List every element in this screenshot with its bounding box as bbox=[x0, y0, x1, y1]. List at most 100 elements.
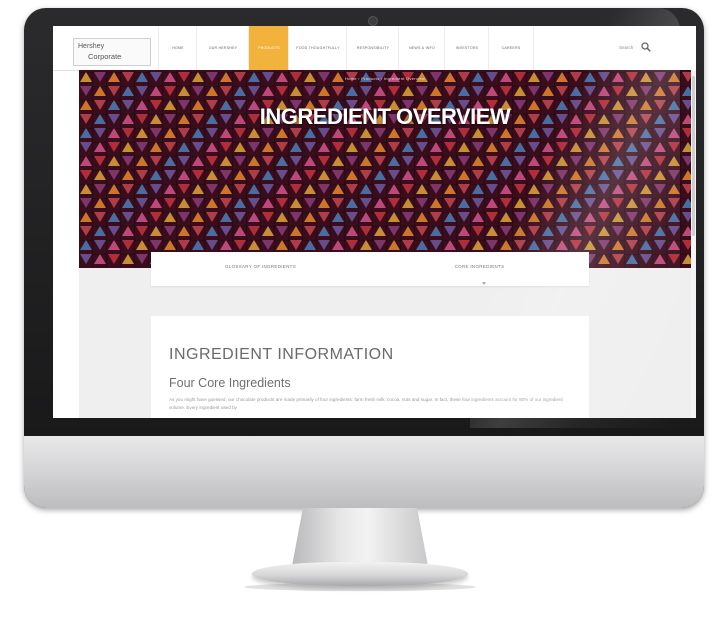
pattern-triangle bbox=[178, 170, 190, 180]
pattern-triangle bbox=[416, 142, 428, 152]
nav-item-responsibility[interactable]: RESPONSIBILITY bbox=[346, 26, 399, 70]
pattern-triangle bbox=[598, 184, 610, 194]
pattern-triangle bbox=[178, 226, 190, 236]
pattern-triangle bbox=[668, 156, 680, 166]
pattern-triangle bbox=[80, 184, 92, 194]
pattern-triangle bbox=[374, 170, 386, 180]
breadcrumb[interactable]: Home › Products › Ingredient Overview bbox=[79, 76, 691, 81]
pattern-triangle bbox=[528, 198, 540, 208]
pattern-triangle bbox=[584, 170, 596, 180]
pattern-triangle bbox=[458, 142, 470, 152]
pattern-triangle bbox=[486, 156, 498, 166]
pattern-triangle bbox=[500, 142, 512, 152]
pattern-triangle bbox=[262, 142, 274, 152]
pattern-triangle bbox=[332, 184, 344, 194]
pattern-triangle bbox=[206, 156, 218, 166]
pattern-triangle bbox=[94, 254, 106, 264]
pattern-triangle bbox=[234, 226, 246, 236]
pattern-triangle bbox=[570, 184, 582, 194]
pattern-triangle bbox=[598, 254, 610, 264]
pattern-triangle bbox=[402, 86, 414, 96]
nav-item-careers[interactable]: CAREERS bbox=[488, 26, 534, 70]
tab-bar: GLOSSARY OF INGREDIENTS CORE INGREDIENTS bbox=[151, 252, 589, 286]
pattern-triangle bbox=[108, 212, 120, 222]
pattern-triangle bbox=[290, 156, 302, 166]
pattern-triangle bbox=[416, 240, 428, 250]
pattern-triangle bbox=[332, 86, 344, 96]
pattern-triangle bbox=[192, 226, 204, 236]
nav-item-food-thoughtfully[interactable]: FOOD THOUGHTFULLY bbox=[288, 26, 347, 70]
pattern-triangle bbox=[668, 254, 680, 264]
pattern-triangle bbox=[136, 198, 148, 208]
pattern-triangle bbox=[500, 226, 512, 236]
pattern-triangle bbox=[444, 240, 456, 250]
tab-core-ingredients[interactable]: CORE INGREDIENTS bbox=[370, 252, 589, 286]
pattern-triangle bbox=[388, 198, 400, 208]
pattern-triangle bbox=[682, 198, 691, 208]
tab-glossary-of-ingredients[interactable]: GLOSSARY OF INGREDIENTS bbox=[151, 252, 370, 286]
pattern-triangle bbox=[234, 142, 246, 152]
pattern-triangle bbox=[108, 86, 120, 96]
pattern-triangle bbox=[290, 170, 302, 180]
pattern-triangle bbox=[542, 184, 554, 194]
pattern-triangle bbox=[612, 240, 624, 250]
pattern-triangle bbox=[458, 226, 470, 236]
pattern-triangle bbox=[178, 156, 190, 166]
pattern-triangle bbox=[276, 142, 288, 152]
pattern-triangle bbox=[150, 142, 162, 152]
camera-dot bbox=[368, 16, 378, 26]
scrollbar-thumb[interactable] bbox=[692, 76, 695, 236]
site-logo[interactable]: Hershey Corporate bbox=[73, 38, 151, 66]
pattern-triangle bbox=[234, 240, 246, 250]
pattern-triangle bbox=[430, 226, 442, 236]
pattern-triangle bbox=[374, 240, 386, 250]
nav-item-investors[interactable]: INVESTORS bbox=[444, 26, 489, 70]
pattern-triangle bbox=[304, 198, 316, 208]
pattern-triangle bbox=[570, 212, 582, 222]
pattern-triangle bbox=[94, 226, 106, 236]
pattern-triangle bbox=[584, 240, 596, 250]
pattern-triangle bbox=[150, 226, 162, 236]
pattern-triangle bbox=[136, 142, 148, 152]
pattern-triangle bbox=[570, 142, 582, 152]
pattern-triangle bbox=[598, 156, 610, 166]
pattern-triangle bbox=[668, 184, 680, 194]
nav-item-home[interactable]: HOME bbox=[158, 26, 197, 70]
pattern-triangle bbox=[192, 212, 204, 222]
hero-pattern bbox=[80, 72, 691, 264]
nav-item-products[interactable]: PRODUCTS bbox=[248, 26, 289, 70]
pattern-triangle bbox=[80, 156, 92, 166]
pattern-triangle bbox=[374, 142, 386, 152]
pattern-triangle bbox=[318, 226, 330, 236]
pattern-triangle bbox=[682, 170, 691, 180]
pattern-triangle bbox=[388, 156, 400, 166]
pattern-triangle bbox=[598, 240, 610, 250]
pattern-triangle bbox=[654, 254, 666, 264]
nav-item-news-info[interactable]: NEWS & INFO bbox=[398, 26, 445, 70]
search-icon[interactable] bbox=[641, 42, 651, 52]
pattern-triangle bbox=[430, 212, 442, 222]
pattern-triangle bbox=[248, 142, 260, 152]
pattern-triangle bbox=[556, 156, 568, 166]
pattern-triangle bbox=[444, 198, 456, 208]
pattern-triangle bbox=[346, 86, 358, 96]
scrollbar[interactable] bbox=[691, 70, 696, 418]
pattern-triangle bbox=[640, 240, 652, 250]
pattern-triangle bbox=[486, 184, 498, 194]
pattern-triangle bbox=[262, 198, 274, 208]
pattern-triangle bbox=[528, 184, 540, 194]
pattern-triangle bbox=[262, 156, 274, 166]
pattern-triangle bbox=[416, 156, 428, 166]
pattern-triangle bbox=[612, 86, 624, 96]
pattern-triangle bbox=[556, 184, 568, 194]
pattern-triangle bbox=[626, 156, 638, 166]
pattern-triangle bbox=[234, 184, 246, 194]
pattern-triangle bbox=[276, 86, 288, 96]
nav-item-our-hershey[interactable]: OUR HERSHEY bbox=[196, 26, 249, 70]
pattern-triangle bbox=[486, 240, 498, 250]
pattern-triangle bbox=[556, 86, 568, 96]
pattern-triangle bbox=[472, 226, 484, 236]
pattern-triangle bbox=[500, 240, 512, 250]
pattern-triangle bbox=[444, 212, 456, 222]
pattern-triangle bbox=[584, 86, 596, 96]
